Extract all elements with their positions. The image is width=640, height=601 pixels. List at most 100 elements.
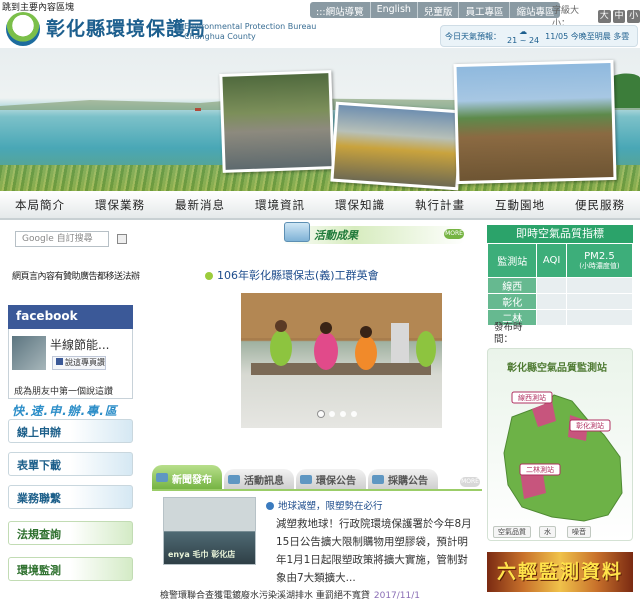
aq-aqi-value — [536, 277, 567, 294]
news-more-button[interactable]: MORE — [460, 477, 480, 487]
slider-dot-4[interactable] — [351, 411, 357, 417]
aq-pm25-value — [565, 277, 634, 294]
tab-press-release[interactable]: 新聞發布 — [152, 465, 222, 489]
facebook-message: 成為朋友中第一個說這讚 — [14, 387, 114, 397]
table-row: 彰化 — [486, 293, 634, 310]
nav-knowledge[interactable]: 環保知識 — [335, 197, 385, 213]
slider-dot-1[interactable] — [318, 411, 324, 417]
skip-to-content-link[interactable]: 跳到主要內容區塊 — [2, 0, 74, 13]
air-quality-header-row: 監測站 AQI PM2.5 (小時濃度值) — [486, 243, 634, 278]
bureau-logo-icon[interactable] — [6, 12, 40, 46]
tab-activity-info[interactable]: 活動訊息 — [224, 469, 294, 489]
activity-more-button[interactable]: MORE — [444, 229, 464, 239]
font-size-small-button[interactable]: 小 — [627, 9, 640, 23]
air-quality-release-time: 發布時間： — [494, 322, 523, 345]
map-air-quality-button[interactable]: 空氣品質 — [493, 526, 531, 538]
weather-label: 今日天氣預報： — [445, 31, 501, 41]
ad-notice-text: 網頁言內容有贊助廣告都移送法辦 — [12, 272, 140, 282]
weather-range: ☁ 21 ~ 24 — [507, 27, 539, 45]
air-quality-table: 監測站 AQI PM2.5 (小時濃度值) 線西 彰化 二林 — [486, 243, 634, 326]
aq-col-site: 監測站 — [486, 243, 538, 278]
aq-col-aqi: AQI — [536, 243, 567, 278]
aq-pm25-value — [565, 309, 634, 326]
top-links-bar: :::網站導覽 English 兒童版 員工專區 縮站專區 — [310, 2, 561, 18]
changhua-station-label[interactable]: 彰化測站 — [576, 421, 604, 430]
slider-dot-2[interactable] — [329, 411, 335, 417]
environment-monitoring-button[interactable]: 環境監測 — [8, 557, 133, 581]
tab-environmental-notice[interactable]: 環保公告 — [296, 469, 366, 489]
map-water-button[interactable]: 水 — [539, 526, 556, 538]
aq-aqi-value — [536, 293, 567, 310]
online-application-button[interactable]: 線上申辦 — [8, 419, 133, 443]
main-nav: 本局簡介 環保業務 最新消息 環境資訊 環保知識 執行計畫 互動園地 便民服務 — [0, 191, 640, 220]
activity-title: 活動成果 — [314, 229, 358, 242]
hero-banner — [0, 48, 640, 191]
air-quality-title: 即時空氣品質指標 — [487, 225, 633, 243]
font-size-medium-button[interactable]: 中 — [612, 9, 626, 23]
font-size-large-button[interactable]: 大 — [597, 9, 611, 23]
monitor-icon — [284, 222, 310, 242]
facebook-like-label: 說這專頁讚 — [65, 358, 105, 367]
nav-projects[interactable]: 執行計畫 — [415, 197, 465, 213]
bullet-icon — [266, 502, 274, 510]
nav-interactive[interactable]: 互動園地 — [495, 197, 545, 213]
staff-area-link[interactable]: 員工專區 — [458, 2, 509, 18]
weather-temp-range: 21 ~ 24 — [507, 36, 540, 45]
facebook-header[interactable]: facebook — [8, 305, 133, 329]
activity-section-header: 活動成果 MORE — [280, 222, 466, 248]
cloud-icon: ☁ — [519, 27, 528, 36]
facebook-page-name[interactable]: 半線節能... — [50, 336, 109, 353]
aq-col-pm25-label: PM2.5 — [584, 251, 615, 262]
fast-service-slogan: 快.速.申.辦.專.區 — [12, 404, 118, 418]
sixth-naphtha-monitor-banner[interactable]: 六輕監測資料 — [487, 552, 633, 592]
search-input[interactable]: Google 自訂搜尋 — [15, 231, 109, 247]
county-map-shape — [503, 394, 623, 522]
table-row: 線西 — [486, 277, 634, 294]
nav-environment-info[interactable]: 環境資訊 — [255, 197, 305, 213]
kids-version-link[interactable]: 兒童版 — [416, 2, 459, 18]
facebook-like-button[interactable]: 說這專頁讚 — [52, 356, 106, 370]
erlin-station-label[interactable]: 二林測站 — [526, 465, 554, 474]
xianxi-station-label[interactable]: 線西測站 — [518, 393, 546, 402]
activity-caption-text: 106年彰化縣環保志(義)工群英會 — [217, 269, 379, 282]
news-headline[interactable]: 地球減塑，限塑勢在必行 — [266, 498, 383, 512]
activity-photo-scene — [241, 293, 442, 375]
aq-col-pm25: PM2.5 (小時濃度值) — [565, 243, 634, 278]
map-noise-button[interactable]: 噪音 — [567, 526, 591, 538]
tab-procurement-notice[interactable]: 採購公告 — [368, 469, 438, 489]
news-list-item[interactable]: 檢警環聯合查獲電鍍廢水污染溪湖排水 重罰絕不寬貸 2017/11/1 — [160, 588, 420, 601]
nav-services[interactable]: 環保業務 — [95, 197, 145, 213]
activity-slider-dots — [318, 411, 357, 417]
facebook-like-icon — [56, 358, 63, 365]
site-title[interactable]: 彰化縣環境保護局 — [46, 14, 206, 41]
air-quality-map-title: 彰化縣空氣品質監測站 — [507, 363, 607, 374]
aq-col-pm25-sub: (小時濃度值) — [579, 262, 620, 270]
news-photo[interactable]: enya 毛巾 彰化店 — [163, 497, 256, 565]
activity-caption[interactable]: 106年彰化縣環保志(義)工群英會 — [205, 267, 379, 283]
business-contact-button[interactable]: 業務聯繫 — [8, 485, 133, 509]
nav-public-services[interactable]: 便民服務 — [575, 197, 625, 213]
nav-about[interactable]: 本局簡介 — [15, 197, 65, 213]
regulation-search-button[interactable]: 法規查詢 — [8, 521, 133, 545]
slider-dot-3[interactable] — [340, 411, 346, 417]
weather-description: 11/05 今晚至明晨 多雲 — [545, 31, 630, 41]
sitemap-link[interactable]: :::網站導覽 — [310, 2, 370, 18]
search-button[interactable] — [117, 234, 127, 244]
facebook-page-avatar[interactable] — [12, 336, 46, 370]
news-photo-caption: enya 毛巾 彰化店 — [168, 550, 236, 559]
news-tabs: 新聞發布 活動訊息 環保公告 採購公告 — [152, 465, 482, 489]
bullet-icon — [205, 272, 213, 280]
site-title-english-line1: Environmental Protection Bureau — [184, 22, 317, 31]
tabs-underline — [152, 489, 482, 491]
banner-photo-truck — [330, 101, 464, 191]
nav-news[interactable]: 最新消息 — [175, 197, 225, 213]
aq-site-changhua[interactable]: 彰化 — [486, 293, 538, 310]
form-download-button[interactable]: 表單下載 — [8, 452, 133, 476]
banner-photo-cleanup — [219, 70, 335, 173]
activity-photo[interactable] — [241, 293, 442, 428]
aq-aqi-value — [536, 309, 567, 326]
changhua-county-map[interactable]: 線西測站 彰化測站 二林測站 — [492, 375, 628, 523]
english-link[interactable]: English — [369, 2, 417, 18]
banner-photo-tractor — [453, 59, 617, 185]
aq-site-xianxi[interactable]: 線西 — [486, 277, 538, 294]
